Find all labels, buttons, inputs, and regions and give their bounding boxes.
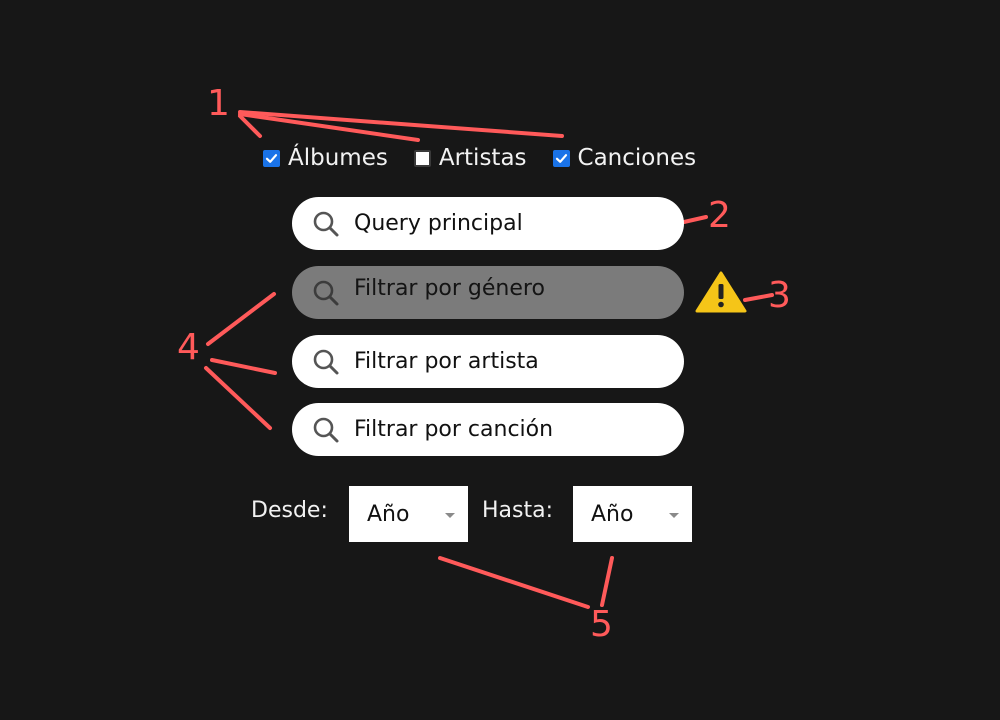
annotation-number-3: 3 (768, 275, 791, 316)
search-icon (313, 211, 339, 236)
song-filter-input[interactable]: Filtrar por canción (292, 403, 684, 456)
to-label: Hasta: (482, 498, 554, 523)
checkbox-albumes[interactable]: Álbumes (263, 145, 388, 171)
annotation-line (238, 110, 564, 138)
genre-filter-input[interactable]: Filtrar por género (292, 266, 684, 319)
genre-filter-placeholder: Filtrar por género (354, 276, 545, 301)
checkbox-checked-icon[interactable] (552, 149, 570, 167)
annotation-line (238, 114, 262, 138)
checkbox-label: Canciones (577, 145, 697, 171)
caret-down-icon (445, 513, 455, 518)
annotation-line (206, 292, 276, 346)
search-icon (313, 349, 339, 374)
checkbox-label: Álbumes (288, 145, 388, 171)
annotation-line (210, 358, 277, 375)
checkbox-canciones[interactable]: Canciones (552, 145, 697, 171)
from-year-select[interactable]: Año (349, 486, 468, 542)
search-icon (313, 280, 339, 305)
artist-filter-placeholder: Filtrar por artista (354, 349, 539, 374)
annotation-number-2: 2 (708, 195, 731, 236)
artist-filter-input[interactable]: Filtrar por artista (292, 335, 684, 388)
checkbox-artistas[interactable]: Artistas (413, 145, 527, 171)
to-year-value: Año (591, 501, 634, 527)
annotation-line (600, 556, 614, 607)
from-year-value: Año (367, 501, 410, 527)
song-filter-placeholder: Filtrar por canción (354, 417, 554, 442)
checkbox-unchecked-icon[interactable] (413, 149, 431, 167)
annotation-number-4: 4 (177, 327, 200, 368)
annotation-line (204, 366, 272, 430)
annotation-line (438, 556, 590, 609)
annotation-line (682, 215, 708, 224)
to-year-select[interactable]: Año (573, 486, 692, 542)
main-query-placeholder: Query principal (354, 211, 523, 236)
checkbox-label: Artistas (438, 145, 527, 171)
from-label: Desde: (251, 498, 328, 523)
caret-down-icon (669, 513, 679, 518)
checkbox-checked-icon[interactable] (263, 149, 280, 167)
search-icon (313, 417, 339, 442)
annotation-number-1: 1 (207, 83, 230, 124)
type-filter-checkboxes: Álbumes Artistas Canciones (263, 143, 722, 173)
main-query-input[interactable]: Query principal (292, 197, 684, 250)
annotation-number-5: 5 (590, 604, 613, 645)
warning-icon (695, 271, 747, 313)
